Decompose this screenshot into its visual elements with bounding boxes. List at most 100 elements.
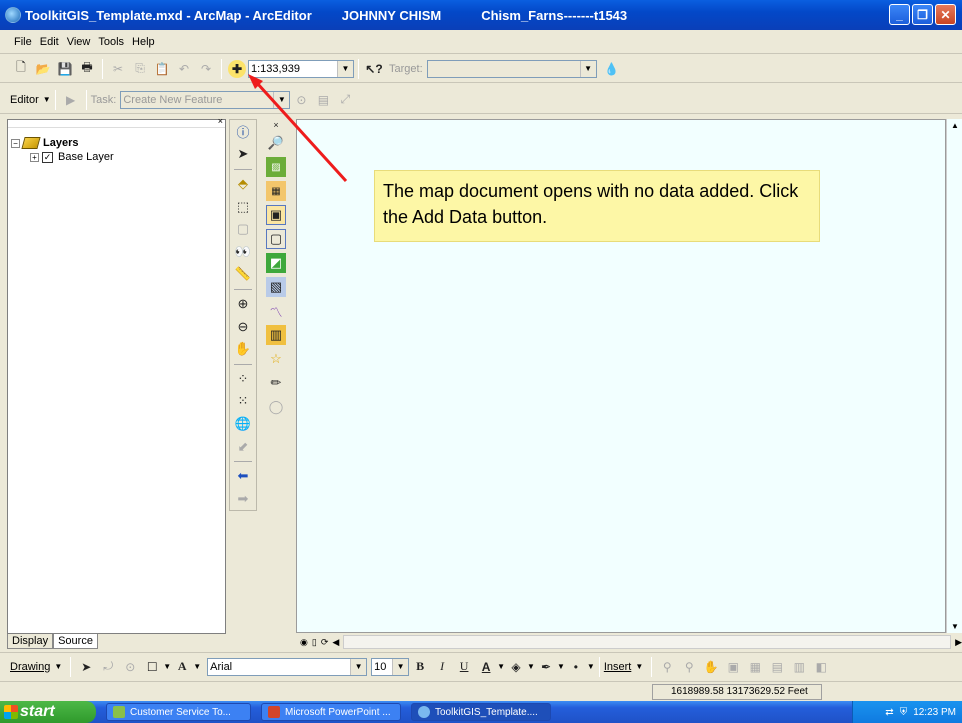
zoom-whole-page-icon[interactable]: ⊙ [121, 658, 139, 676]
go-to-xy-icon[interactable]: ⬋ [233, 437, 253, 456]
close-icon[interactable]: × [218, 116, 223, 126]
vertical-scrollbar[interactable]: ▲ ▼ [946, 119, 962, 633]
chevron-down-icon[interactable]: ▼ [557, 662, 565, 671]
fixed-zoom-out-icon[interactable]: ⁙ [233, 392, 253, 411]
hyperlink-icon[interactable]: ▨ [266, 157, 286, 177]
magnifier-icon[interactable]: 🔎 [266, 133, 286, 153]
clear-selection-icon[interactable]: ⬚ [233, 197, 253, 216]
layout-view-icon[interactable]: ▣ [266, 205, 286, 225]
rotate-icon[interactable]: ⤾ [99, 658, 117, 676]
new-text-icon[interactable]: A [173, 658, 191, 676]
attributes-icon[interactable]: ▤ [314, 91, 332, 109]
underline-icon[interactable]: U [455, 658, 473, 676]
refresh-icon[interactable]: ⟳ [321, 637, 329, 648]
redo-icon[interactable]: ↷ [197, 60, 215, 78]
overview-icon[interactable]: ◩ [266, 253, 286, 273]
restore-button[interactable]: ❐ [912, 4, 933, 25]
font-combo[interactable]: Arial ▼ [207, 657, 368, 676]
identify-icon[interactable]: ⓘ [233, 122, 253, 141]
chevron-down-icon[interactable]: ▼ [43, 95, 51, 104]
editor-menu[interactable]: Editor [10, 94, 39, 106]
start-button[interactable]: start [0, 701, 96, 723]
drawing-menu[interactable]: Drawing [10, 661, 50, 673]
pan-layout-icon[interactable]: ✋ [702, 658, 720, 676]
fill-color-icon[interactable]: ◈ [507, 658, 525, 676]
close-button[interactable]: ✕ [935, 4, 956, 25]
chevron-down-icon[interactable]: ▼ [193, 662, 201, 671]
rectangle-icon[interactable]: ☐ [143, 658, 161, 676]
menu-help[interactable]: Help [132, 36, 155, 48]
taskbar-item-powerpoint[interactable]: Microsoft PowerPoint ... [261, 703, 401, 721]
expand-icon[interactable]: + [30, 152, 39, 162]
add-data-button[interactable]: ✚ [228, 59, 246, 78]
marker-color-icon[interactable]: • [567, 658, 585, 676]
zoom-in-icon[interactable]: ⊕ [233, 295, 253, 314]
layer-visibility-checkbox[interactable]: ✓ [42, 151, 53, 163]
next-extent-icon[interactable]: ▥ [790, 658, 808, 676]
line-color-icon[interactable]: ✒ [537, 658, 555, 676]
taskbar-item-arcmap[interactable]: ToolkitGIS_Template.... [411, 703, 551, 721]
previous-extent-icon[interactable]: ▤ [768, 658, 786, 676]
chevron-down-icon[interactable]: ▼ [54, 662, 62, 671]
chevron-down-icon[interactable]: ▼ [497, 662, 505, 671]
map-image-icon[interactable]: ▧ [266, 277, 286, 297]
layout-view-toggle-icon[interactable]: ▯ [312, 637, 317, 648]
zoom-percent-icon[interactable]: ◧ [812, 658, 830, 676]
table-icon[interactable]: ▥ [266, 325, 286, 345]
copy-icon[interactable]: ⎘ [131, 60, 149, 78]
horizontal-scrollbar[interactable] [343, 635, 952, 649]
chevron-down-icon[interactable]: ▼ [392, 658, 409, 675]
toc-root-label[interactable]: Layers [43, 137, 78, 149]
scale-combo[interactable]: 1:133,939 ▼ [248, 59, 354, 78]
target-combo[interactable]: ▼ [426, 59, 597, 78]
fixed-zoom-in-icon[interactable]: ⁘ [233, 369, 253, 388]
menu-file[interactable]: File [14, 36, 32, 48]
find-icon[interactable]: 👀 [233, 242, 253, 261]
insert-menu[interactable]: Insert [604, 661, 632, 673]
fixed-zoom-layout-icon[interactable]: ▦ [746, 658, 764, 676]
save-icon[interactable]: 💾 [56, 60, 74, 78]
sketch-properties-icon[interactable]: ⤢ [336, 91, 354, 109]
pan-icon[interactable]: ✋ [233, 340, 253, 359]
scroll-down-icon[interactable]: ▼ [951, 622, 959, 631]
chevron-down-icon[interactable]: ▼ [163, 662, 171, 671]
chevron-down-icon[interactable]: ▼ [273, 91, 290, 108]
cut-icon[interactable]: ✂ [109, 60, 127, 78]
zoom-out-icon[interactable]: ⊖ [233, 317, 253, 336]
paste-icon[interactable]: 📋 [153, 60, 171, 78]
bold-icon[interactable]: B [411, 658, 429, 676]
collapse-icon[interactable]: − [11, 138, 20, 148]
scroll-up-icon[interactable]: ▲ [951, 121, 959, 130]
chevron-down-icon[interactable]: ▼ [527, 662, 535, 671]
task-combo[interactable]: Create New Feature ▼ [120, 90, 291, 109]
italic-icon[interactable]: I [433, 658, 451, 676]
circle-icon[interactable]: ◯ [266, 397, 286, 417]
shield-icon[interactable]: ⛨ [900, 707, 908, 718]
tab-source[interactable]: Source [53, 634, 98, 649]
data-view-icon[interactable]: ◉ [300, 637, 308, 648]
map-layer-icon[interactable]: ▦ [266, 181, 286, 201]
zoom-out-layout-icon[interactable]: ⚲ [680, 658, 698, 676]
chevron-down-icon[interactable]: ▼ [587, 662, 595, 671]
pencil-icon[interactable]: ✏ [266, 373, 286, 393]
forward-extent-icon[interactable]: ➡ [233, 490, 253, 509]
select-elements-icon[interactable]: ➤ [77, 658, 95, 676]
toc-layer-row[interactable]: + ✓ Base Layer [8, 150, 225, 164]
toc-root-row[interactable]: − Layers [8, 136, 225, 150]
target-circle-icon[interactable]: ⊙ [292, 91, 310, 109]
scroll-right-icon[interactable]: ▶ [955, 637, 962, 648]
zoom-layout-icon[interactable]: ⚲ [658, 658, 676, 676]
minimize-button[interactable]: _ [889, 4, 910, 25]
back-extent-icon[interactable]: ⬅ [233, 467, 253, 486]
select-elements-icon[interactable]: ➤ [233, 145, 253, 164]
favorites-star-icon[interactable]: ☆ [266, 349, 286, 369]
sketch-tool-icon[interactable]: ▶ [62, 91, 80, 109]
path-tool-icon[interactable]: 〽 [266, 301, 286, 321]
size-combo[interactable]: 10 ▼ [371, 657, 410, 676]
toc-layer-label[interactable]: Base Layer [58, 151, 114, 163]
zoom-selected-icon[interactable]: ▢ [233, 220, 253, 239]
chevron-down-icon[interactable]: ▼ [337, 60, 353, 77]
taskbar-item-customer-service[interactable]: Customer Service To... [106, 703, 251, 721]
data-frame-icon[interactable]: ▢ [266, 229, 286, 249]
scroll-left-icon[interactable]: ◀ [332, 637, 339, 648]
